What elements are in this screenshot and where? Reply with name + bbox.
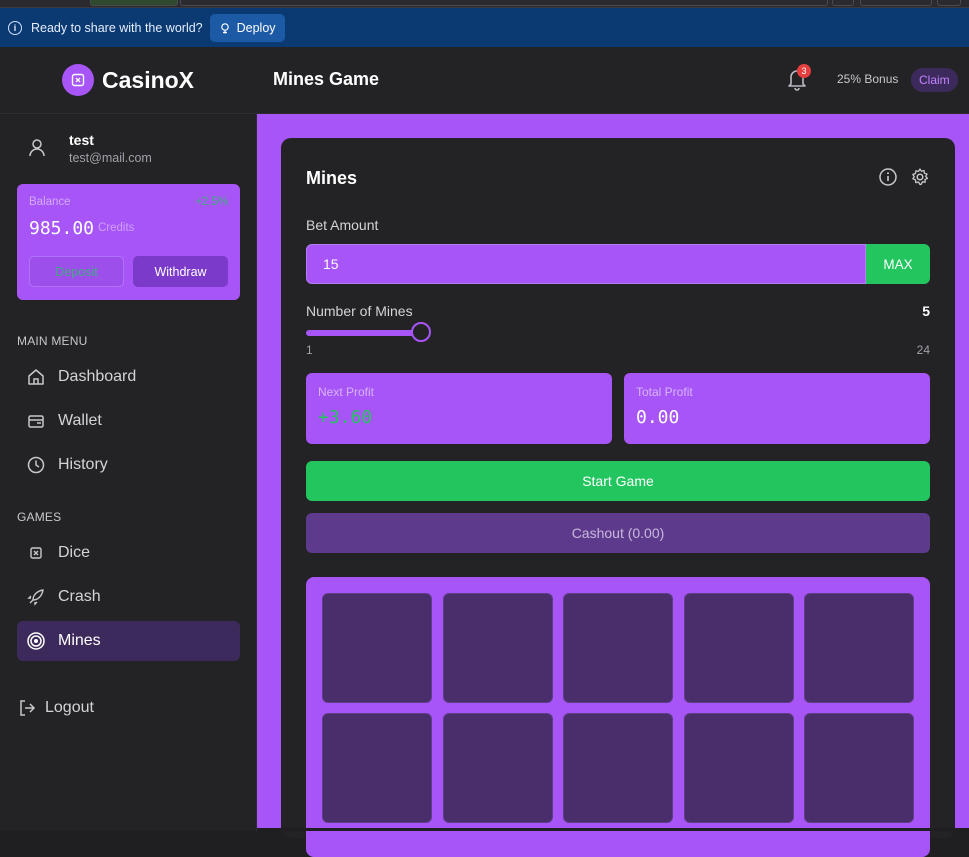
mines-game-card: Mines Bet Amount 15 MAX Number of Mines … (281, 138, 955, 857)
mine-tile[interactable] (322, 713, 432, 823)
balance-label: Balance (29, 196, 71, 208)
brand-logo[interactable]: CasinoX (62, 64, 194, 96)
next-profit-value: +3.60 (318, 407, 373, 428)
info-icon[interactable] (878, 167, 898, 187)
mines-count-label: Number of Mines (306, 303, 413, 319)
notification-count-badge: 3 (797, 64, 811, 78)
sidebar-item-history[interactable]: History (17, 445, 240, 485)
user-email: test@mail.com (69, 151, 152, 165)
logout-icon (20, 700, 36, 716)
sidebar-item-dashboard[interactable]: Dashboard (17, 357, 240, 397)
mine-tile[interactable] (442, 713, 553, 823)
balance-change: +2.5% (195, 196, 228, 208)
main-content: Mines Bet Amount 15 MAX Number of Mines … (257, 114, 969, 857)
logo-icon (62, 64, 94, 96)
user-icon (29, 139, 45, 157)
cashout-button[interactable]: Cashout (0.00) (306, 513, 930, 553)
mine-tile[interactable] (804, 593, 914, 703)
user-profile[interactable]: test test@mail.com (27, 132, 152, 166)
mines-min-label: 1 (306, 343, 313, 357)
balance-card: Balance +2.5% 985.00 Credits Deposit Wit… (17, 184, 240, 300)
sidebar-item-crash[interactable]: Crash (17, 577, 240, 617)
bet-amount-input[interactable]: 15 (306, 244, 866, 284)
slider-thumb[interactable] (411, 322, 431, 342)
mines-count-value: 5 (922, 303, 930, 319)
bonus-text: 25% Bonus (837, 72, 899, 86)
rocket-icon (27, 589, 44, 606)
logout-label: Logout (45, 699, 94, 716)
notifications-button[interactable]: 3 (786, 64, 811, 96)
browser-top-strip (0, 0, 969, 8)
sidebar-item-dice[interactable]: Dice (17, 533, 240, 573)
mine-tile[interactable] (322, 593, 432, 703)
deploy-button[interactable]: Deploy (209, 13, 285, 42)
deploy-banner: i Ready to share with the world? Deploy (0, 8, 969, 47)
balance-unit: Credits (98, 222, 135, 234)
deploy-icon (220, 22, 229, 33)
user-name: test (69, 132, 94, 148)
browser-fragment (90, 0, 178, 6)
total-profit-box: Total Profit 0.00 (624, 373, 930, 444)
sidebar-item-label: Dice (58, 544, 91, 561)
page-title: Mines Game (273, 69, 380, 89)
start-game-button[interactable]: Start Game (306, 461, 930, 501)
dice-icon (30, 547, 42, 559)
clock-icon (27, 456, 45, 474)
browser-fragment (832, 0, 854, 6)
sidebar: test test@mail.com Balance +2.5% 985.00 … (0, 114, 257, 831)
mine-tile[interactable] (683, 593, 794, 703)
slider-fill (306, 330, 421, 336)
mine-tile[interactable] (442, 593, 553, 703)
app-header: CasinoX Mines Game 3 25% Bonus Claim (0, 47, 969, 114)
deploy-message: Ready to share with the world? (31, 20, 203, 35)
browser-fragment (180, 0, 828, 6)
sidebar-item-label: History (58, 456, 108, 473)
max-bet-button[interactable]: MAX (866, 244, 930, 284)
balance-amount: 985.00 (29, 218, 95, 239)
gear-icon[interactable] (910, 167, 930, 187)
brand-name: CasinoX (102, 66, 195, 93)
sidebar-item-label: Mines (58, 632, 101, 649)
mine-tile[interactable] (804, 713, 914, 823)
sidebar-item-label: Wallet (58, 412, 102, 429)
game-title: Mines (306, 168, 358, 188)
sidebar-item-wallet[interactable]: Wallet (17, 401, 240, 441)
claim-button[interactable]: Claim (911, 68, 958, 92)
deploy-label: Deploy (236, 20, 276, 35)
sidebar-item-label: Dashboard (58, 368, 137, 385)
mines-max-label: 24 (916, 343, 930, 357)
sidebar-item-label: Crash (58, 588, 101, 605)
deposit-button[interactable]: Deposit (29, 256, 124, 287)
target-icon (27, 632, 45, 650)
home-icon (28, 369, 44, 385)
next-profit-label: Next Profit (318, 385, 375, 399)
mine-tile[interactable] (563, 713, 673, 823)
info-icon: i (8, 20, 22, 35)
mines-grid (306, 577, 930, 857)
total-profit-label: Total Profit (636, 385, 693, 399)
browser-fragment (937, 0, 961, 6)
browser-fragment (860, 0, 932, 6)
total-profit-value: 0.00 (636, 407, 680, 428)
mines-slider[interactable] (306, 322, 930, 342)
bet-amount-label: Bet Amount (306, 217, 379, 233)
mine-tile[interactable] (683, 713, 794, 823)
mine-tile[interactable] (563, 593, 673, 703)
logout-button[interactable]: Logout (17, 698, 94, 718)
next-profit-box: Next Profit +3.60 (306, 373, 612, 444)
games-heading: GAMES (17, 510, 62, 524)
withdraw-button[interactable]: Withdraw (133, 256, 228, 287)
main-menu-heading: MAIN MENU (17, 334, 88, 348)
wallet-icon (28, 415, 44, 428)
sidebar-item-mines[interactable]: Mines (17, 621, 240, 661)
